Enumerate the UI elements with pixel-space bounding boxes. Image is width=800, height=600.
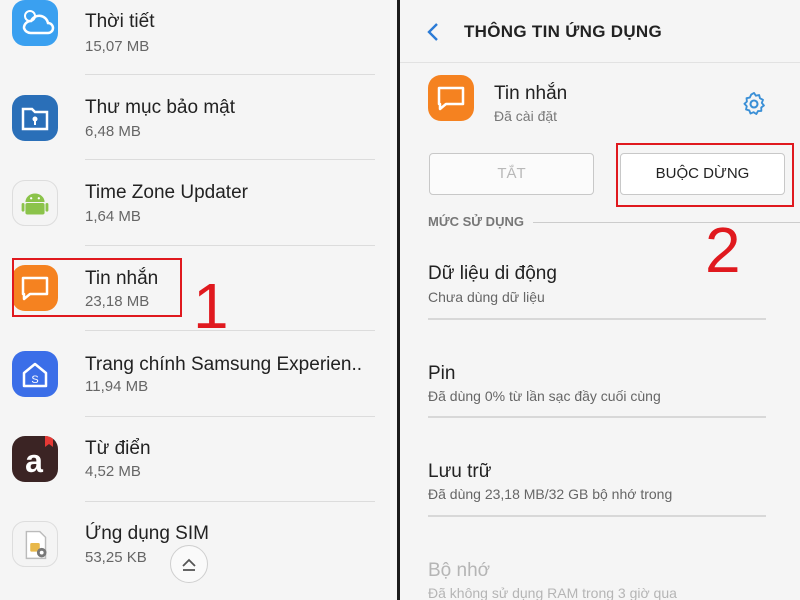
step-number-2: 2 (705, 214, 741, 286)
divider (85, 245, 375, 246)
app-name: Thư mục bảo mật (85, 97, 235, 118)
android-icon (12, 180, 58, 226)
item-subtitle: Đã dùng 0% từ lần sạc đầy cuối cùng (428, 388, 661, 404)
divider (85, 330, 375, 331)
app-size: 4,52 MB (85, 463, 141, 480)
app-name: Trang chính Samsung Experien.. (85, 354, 363, 375)
divider (400, 62, 800, 63)
weather-icon (12, 0, 58, 46)
app-row-samsung-home[interactable]: S Trang chính Samsung Experien.. 11,94 M… (0, 341, 397, 426)
samsung-home-icon: S (12, 351, 58, 397)
app-row-time-zone-updater[interactable]: Time Zone Updater 1,64 MB (0, 170, 397, 255)
app-list-panel: Thời tiết 15,07 MB Thư mục bảo mật 6,48 … (0, 0, 397, 600)
secure-folder-icon (12, 95, 58, 141)
disable-button[interactable]: TẮT (429, 153, 594, 195)
chevron-up-icon (182, 558, 196, 571)
svg-text:S: S (31, 374, 38, 386)
app-row-secure-folder[interactable]: Thư mục bảo mật 6,48 MB (0, 85, 397, 170)
app-name: Ứng dụng SIM (85, 523, 209, 544)
scroll-to-top-button[interactable] (170, 545, 208, 583)
app-size: 6,48 MB (85, 123, 141, 140)
app-size: 53,25 KB (85, 549, 147, 566)
gear-icon[interactable] (740, 90, 768, 118)
highlight-box-step-1 (12, 258, 182, 317)
item-title: Pin (428, 363, 456, 384)
app-name: Time Zone Updater (85, 182, 248, 203)
dictionary-icon: a (12, 436, 58, 482)
divider (85, 74, 375, 75)
app-row-dictionary[interactable]: a Từ điển 4,52 MB (0, 426, 397, 511)
app-install-status: Đã cài đặt (494, 108, 558, 124)
section-header-usage: MỨC SỬ DỤNG (428, 214, 524, 229)
item-title: Bộ nhớ (428, 560, 491, 581)
svg-text:a: a (25, 443, 43, 479)
app-size: 1,64 MB (85, 208, 141, 225)
highlight-box-step-2 (616, 143, 794, 207)
app-size: 11,94 MB (85, 378, 149, 395)
app-row-weather[interactable]: Thời tiết 15,07 MB (0, 0, 397, 85)
item-title: Dữ liệu di động (428, 263, 557, 284)
divider (85, 416, 375, 417)
app-name: Thời tiết (85, 11, 155, 32)
divider (85, 501, 375, 502)
app-info-panel: THÔNG TIN ỨNG DỤNG Tin nhắn Đã cài đặt T… (400, 0, 800, 600)
item-title: Lưu trữ (428, 461, 492, 482)
page-title: THÔNG TIN ỨNG DỤNG (464, 22, 662, 41)
app-name: Từ điển (85, 438, 151, 459)
app-name: Tin nhắn (494, 83, 568, 104)
back-arrow-icon[interactable] (422, 20, 446, 44)
divider (428, 515, 766, 517)
divider (428, 416, 766, 418)
sim-toolkit-icon (12, 521, 58, 567)
app-bar: THÔNG TIN ỨNG DỤNG (400, 0, 800, 62)
step-number-1: 1 (193, 270, 229, 342)
item-subtitle: Đã dùng 23,18 MB/32 GB bộ nhớ trong (428, 486, 673, 502)
divider (85, 159, 375, 160)
divider (428, 318, 766, 320)
item-subtitle: Đã không sử dụng RAM trong 3 giờ qua (428, 585, 677, 600)
app-size: 15,07 MB (85, 38, 150, 55)
messages-icon (428, 75, 474, 121)
item-subtitle: Chưa dùng dữ liệu (428, 289, 545, 305)
divider (533, 222, 800, 223)
